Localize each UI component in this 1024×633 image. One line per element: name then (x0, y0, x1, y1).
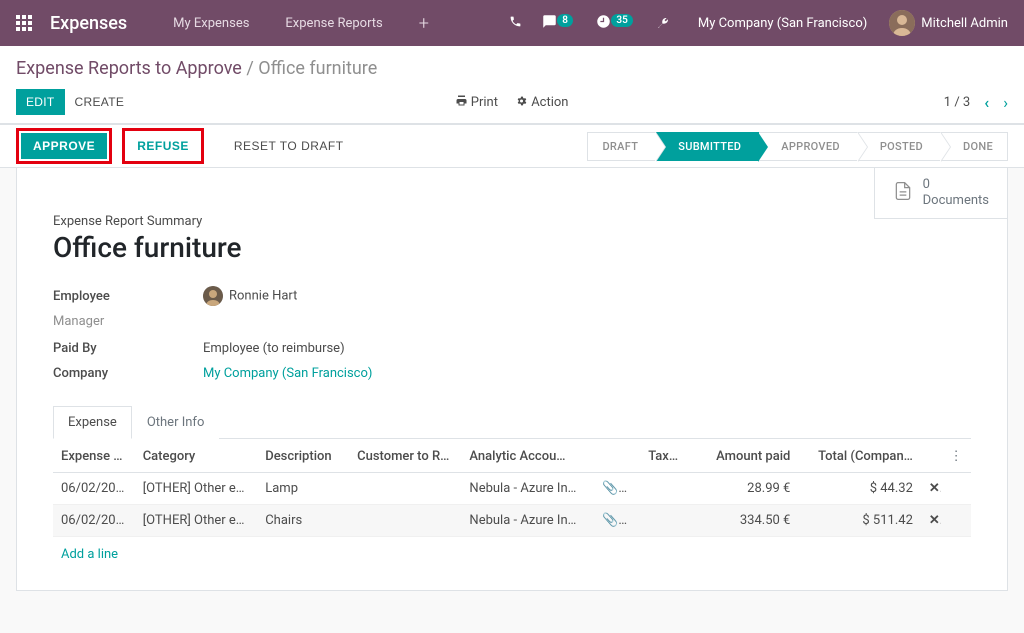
employee-avatar-icon (203, 286, 223, 306)
user-name: Mitchell Admin (921, 16, 1008, 31)
paperclip-icon: 📎 (602, 481, 618, 496)
apps-icon[interactable] (16, 15, 32, 31)
stage-approved[interactable]: APPROVED (759, 132, 858, 161)
tabs: Expense Other Info (53, 405, 971, 439)
cell-customer (349, 473, 461, 505)
report-title: Office furniture (53, 231, 971, 264)
user-menu[interactable]: Mitchell Admin (889, 10, 1008, 36)
tab-expense[interactable]: Expense (53, 406, 132, 439)
cell-attach[interactable]: 📎0 (594, 505, 635, 537)
pager-next[interactable]: › (1003, 93, 1008, 112)
user-avatar (889, 10, 915, 36)
summary-label: Expense Report Summary (53, 214, 971, 229)
cell-category: [OTHER] Other e… (135, 473, 258, 505)
control-area: Expense Reports to Approve / Office furn… (0, 46, 1024, 124)
cell-blank (941, 505, 971, 537)
status-bar: APPROVE REFUSE RESET TO DRAFT DRAFT SUBM… (0, 124, 1024, 168)
add-line-row[interactable]: Add a line (53, 537, 971, 571)
cell-blank (941, 473, 971, 505)
cell-category: [OTHER] Other e… (135, 505, 258, 537)
activities-badge: 35 (611, 14, 632, 27)
pager-text: 1 / 3 (944, 95, 970, 110)
phone-icon[interactable] (509, 15, 522, 32)
cell-customer (349, 505, 461, 537)
th-description[interactable]: Description (257, 439, 349, 473)
paperclip-icon: 📎 (602, 513, 618, 528)
reset-to-draft-button[interactable]: RESET TO DRAFT (224, 133, 354, 159)
expense-lines-table: Expense … Category Description Customer … (53, 439, 971, 570)
cell-remove[interactable]: ✕ (921, 473, 941, 505)
cell-total: $ 44.32 (798, 473, 921, 505)
top-navbar: Expenses My Expenses Expense Reports + 8… (0, 0, 1024, 46)
tools-icon[interactable] (656, 14, 670, 32)
th-customer[interactable]: Customer to R… (349, 439, 461, 473)
cell-description: Lamp (257, 473, 349, 505)
documents-count: 0 (923, 178, 989, 191)
cell-amount: 28.99 € (686, 473, 798, 505)
tab-other-info[interactable]: Other Info (132, 406, 220, 439)
cell-date: 06/02/2021 (53, 505, 135, 537)
nav-add[interactable]: + (405, 5, 443, 42)
nav-expense-reports[interactable]: Expense Reports (271, 8, 396, 39)
documents-button[interactable]: 0 Documents (874, 168, 1007, 219)
th-kebab-icon[interactable]: ⋮ (941, 439, 971, 473)
cell-amount: 334.50 € (686, 505, 798, 537)
th-attach (594, 439, 635, 473)
remove-icon: ✕ (929, 481, 941, 496)
edit-button[interactable]: EDIT (16, 89, 65, 115)
manager-label: Manager (53, 314, 971, 329)
cell-description: Chairs (257, 505, 349, 537)
th-remove (921, 439, 941, 473)
cell-attach[interactable]: 📎0 (594, 473, 635, 505)
messages-badge: 8 (557, 14, 573, 27)
refuse-highlight: REFUSE (122, 128, 204, 164)
breadcrumb-current: Office furniture (258, 58, 377, 79)
th-amount[interactable]: Amount paid (686, 439, 798, 473)
stage-submitted[interactable]: SUBMITTED (656, 132, 759, 161)
employee-value: Ronnie Hart (203, 286, 297, 306)
documents-label: Documents (923, 193, 989, 208)
stage-draft[interactable]: DRAFT (587, 132, 656, 161)
cell-analytic: Nebula - Azure In… (461, 505, 594, 537)
cell-taxes (635, 473, 686, 505)
th-analytic[interactable]: Analytic Accou… (461, 439, 594, 473)
table-row[interactable]: 06/02/2021[OTHER] Other e…Chairs Nebula -… (53, 505, 971, 537)
cell-analytic: Nebula - Azure In… (461, 473, 594, 505)
activities-icon[interactable]: 35 (596, 14, 636, 33)
app-brand[interactable]: Expenses (50, 13, 127, 34)
create-button[interactable]: CREATE (65, 89, 135, 115)
cell-date: 06/02/2021 (53, 473, 135, 505)
breadcrumb-parent[interactable]: Expense Reports to Approve (16, 58, 242, 79)
table-row[interactable]: 06/02/2021[OTHER] Other e…Lamp Nebula - A… (53, 473, 971, 505)
stage-posted[interactable]: POSTED (858, 132, 941, 161)
company-label: Company (53, 366, 203, 381)
messages-icon[interactable]: 8 (542, 14, 576, 33)
paidby-label: Paid By (53, 341, 203, 356)
status-stages: DRAFT SUBMITTED APPROVED POSTED DONE (587, 125, 1008, 167)
th-total[interactable]: Total (Compan… (798, 439, 921, 473)
stage-done[interactable]: DONE (941, 132, 1008, 161)
company-selector[interactable]: My Company (San Francisco) (698, 16, 867, 31)
nav-my-expenses[interactable]: My Expenses (159, 8, 263, 39)
th-category[interactable]: Category (135, 439, 258, 473)
refuse-button[interactable]: REFUSE (127, 133, 199, 159)
th-taxes[interactable]: Tax… (635, 439, 686, 473)
add-line-label: Add a line (53, 537, 971, 571)
company-value[interactable]: My Company (San Francisco) (203, 366, 372, 381)
print-button[interactable]: Print (456, 95, 498, 110)
employee-label: Employee (53, 289, 203, 304)
form-sheet: 0 Documents Expense Report Summary Offic… (16, 168, 1008, 591)
paidby-value: Employee (to reimburse) (203, 341, 345, 356)
cell-taxes (635, 505, 686, 537)
action-button[interactable]: Action (516, 95, 569, 110)
approve-button[interactable]: APPROVE (21, 133, 107, 159)
th-date[interactable]: Expense … (53, 439, 135, 473)
remove-icon: ✕ (929, 513, 941, 528)
breadcrumb: Expense Reports to Approve / Office furn… (16, 58, 1008, 79)
cell-total: $ 511.42 (798, 505, 921, 537)
document-icon (893, 179, 913, 207)
approve-highlight: APPROVE (16, 128, 112, 164)
pager-prev[interactable]: ‹ (984, 93, 989, 112)
cell-remove[interactable]: ✕ (921, 505, 941, 537)
